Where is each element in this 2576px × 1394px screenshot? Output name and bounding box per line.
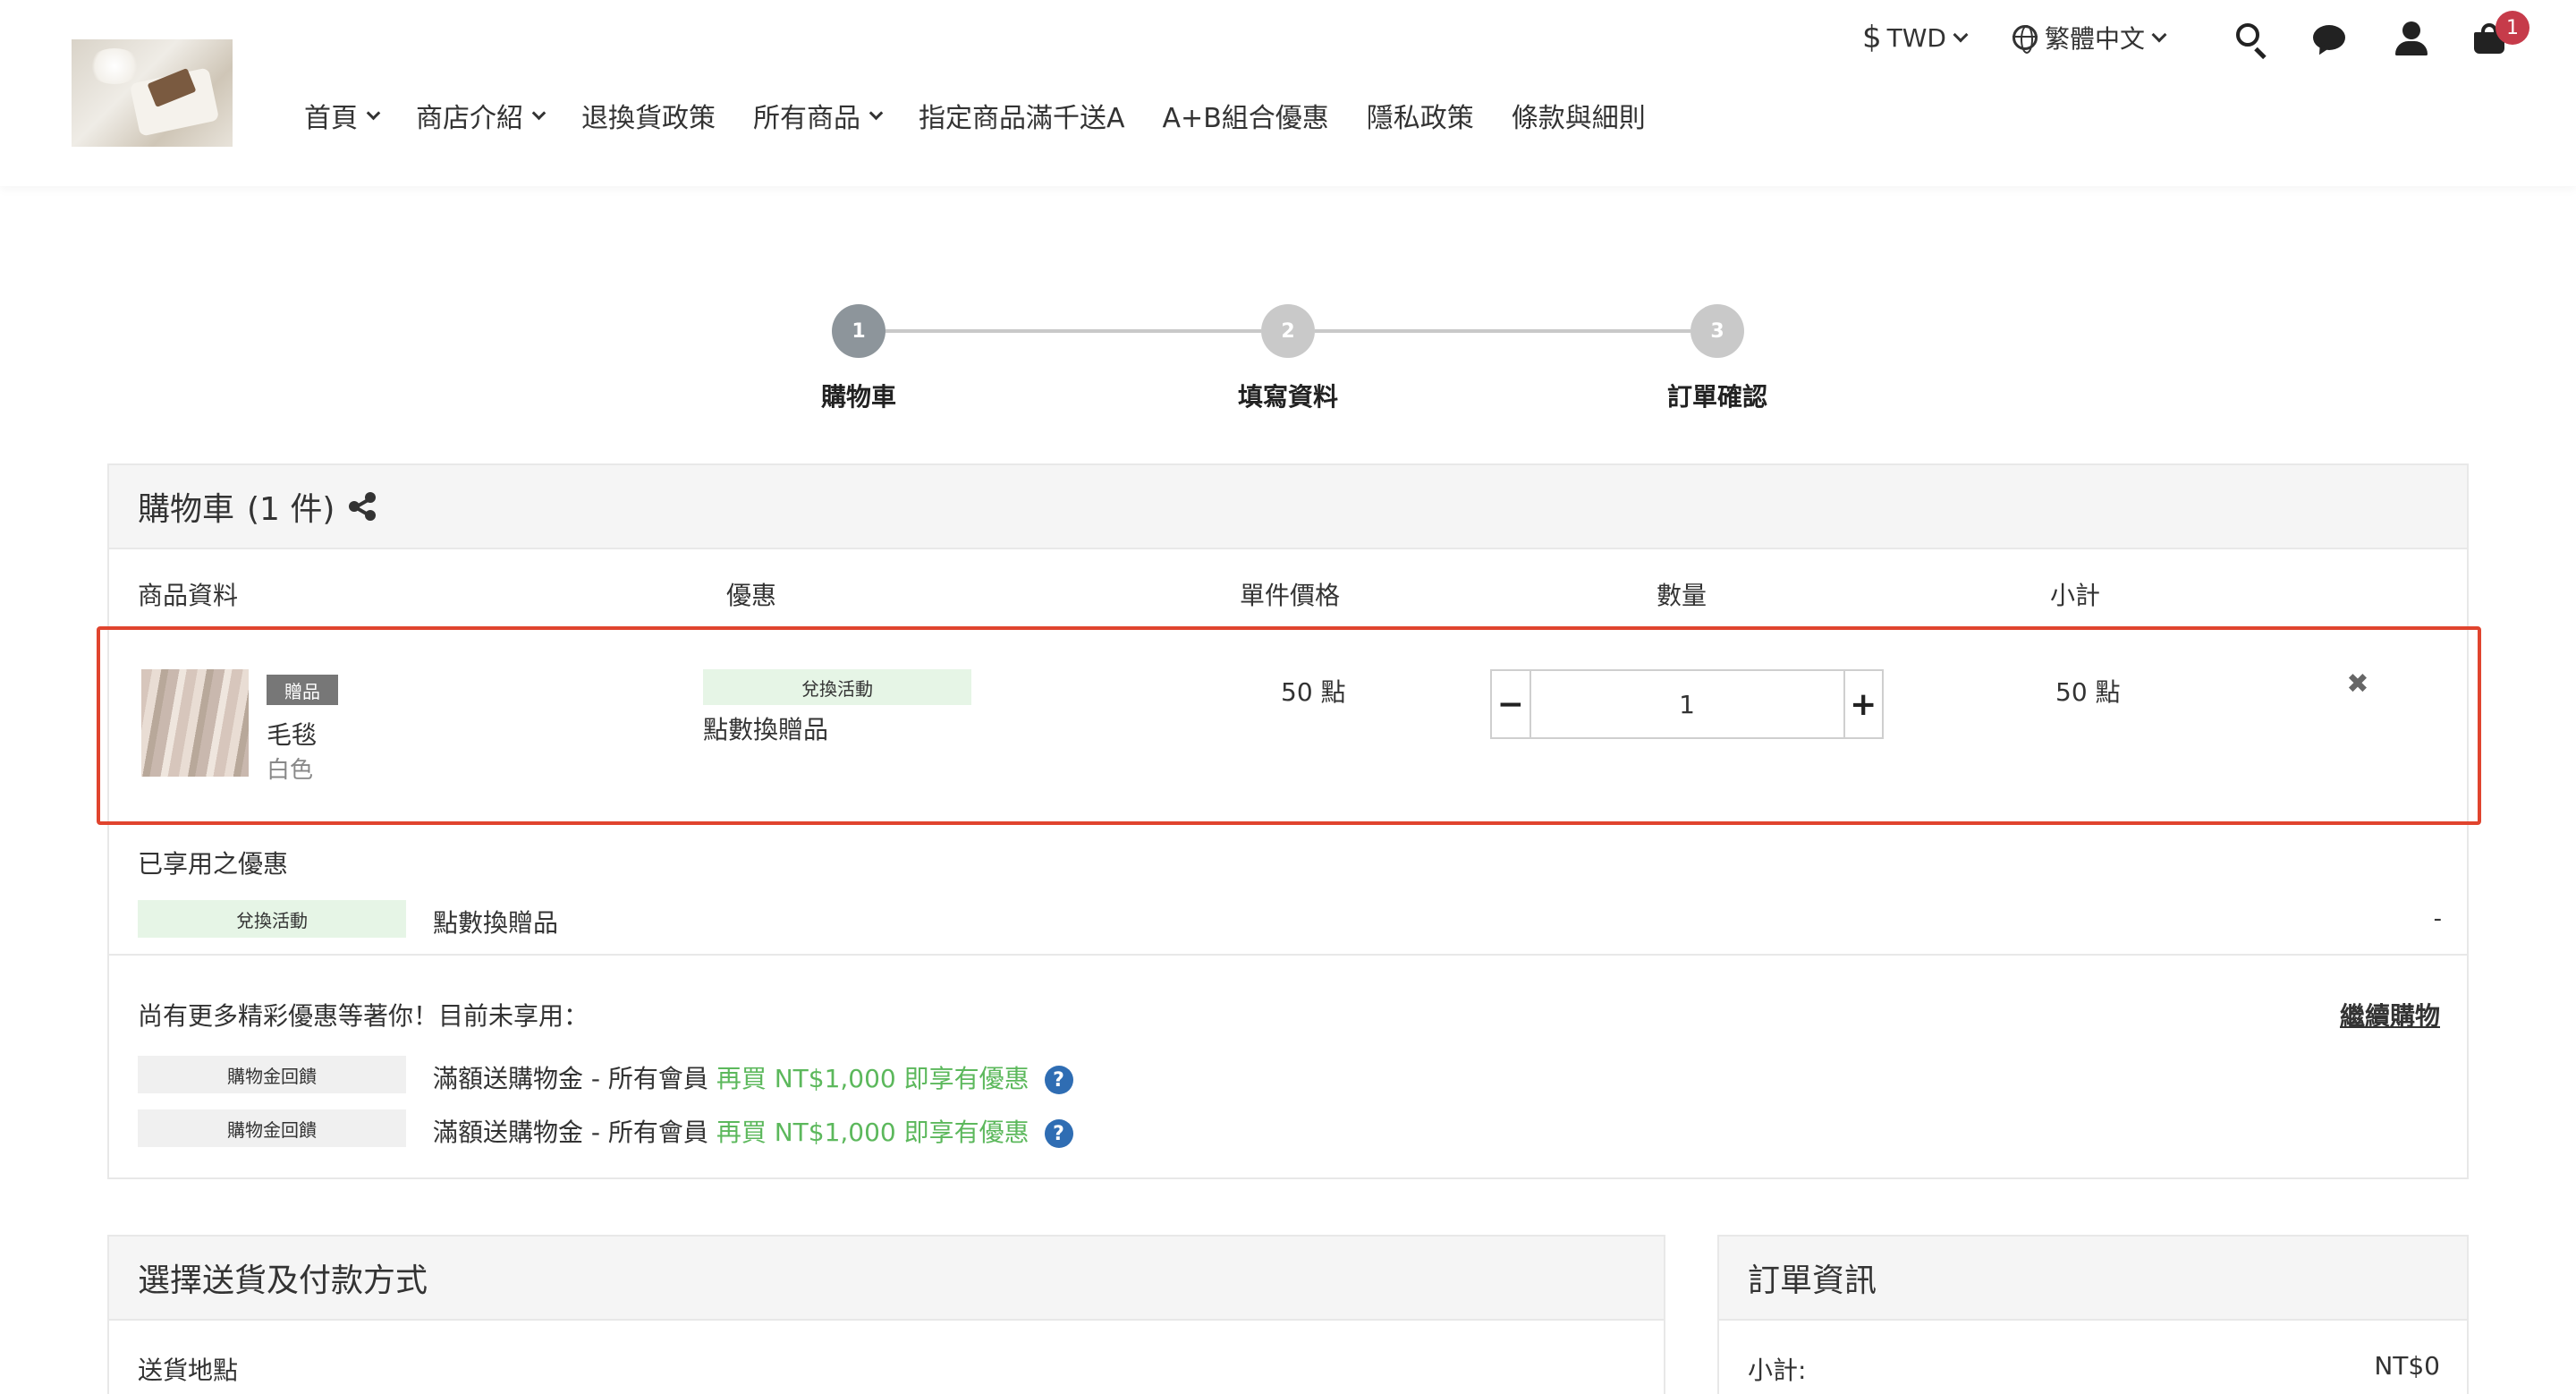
offer-text: 滿額送購物金 - 所有會員 再買 NT$1,000 即享有優惠 ?: [433, 1059, 1073, 1095]
applied-promo-value: -: [2433, 905, 2442, 932]
cart-panel: 購物車 (1 件) 商品資料 優惠 單件價格 數量 小計 贈品 毛毯 白色 兌換…: [97, 463, 2481, 1179]
user-icon[interactable]: [2392, 20, 2431, 59]
step-3-dot: 3: [1690, 304, 1744, 358]
site-header: $ TWD 繁體中文 1 首頁 商店介紹 退換貨政策 所有商品 指定商品滿千送A A+B組…: [0, 0, 2576, 186]
shipping-panel: 選擇送貨及付款方式 送貨地點: [107, 1235, 1665, 1394]
store-logo[interactable]: [72, 39, 233, 147]
order-info-panel: 訂單資訊 小計: NT$0: [1717, 1235, 2469, 1394]
continue-shopping-link[interactable]: 繼續購物: [2340, 997, 2440, 1033]
cart-count-text: (1 件): [247, 491, 335, 528]
nav-item-label: 所有商品: [753, 103, 860, 134]
nav-item-8[interactable]: 條款與細則: [1512, 96, 1646, 135]
nav-item-3[interactable]: 退換貨政策: [581, 96, 716, 135]
main-nav: 首頁 商店介紹 退換貨政策 所有商品 指定商品滿千送A A+B組合優惠 隱私政策 條款與細則: [304, 93, 1683, 138]
offer-row: 購物金回饋 滿額送購物金 - 所有會員 再買 NT$1,000 即享有優惠 ?: [138, 1056, 2442, 1095]
cart-item-row: 贈品 毛毯 白色 兌換活動 點數換贈品 50 點 − + 50 點 ✖: [97, 626, 2481, 825]
dollar-icon: $: [1862, 20, 1882, 55]
nav-item-label: 指定商品滿千送A: [919, 103, 1125, 134]
nav-item-label: 條款與細則: [1511, 103, 1646, 134]
nav-item-6[interactable]: A+B組合優惠: [1163, 96, 1329, 135]
stepper-line: [886, 329, 1261, 333]
help-icon[interactable]: ?: [1044, 1119, 1073, 1148]
chevron-down-icon: [531, 106, 547, 120]
decrease-quantity-button[interactable]: −: [1492, 671, 1531, 737]
offer-text: 滿額送購物金 - 所有會員 再買 NT$1,000 即享有優惠 ?: [433, 1113, 1073, 1149]
cart-header: 購物車 (1 件): [109, 465, 2467, 549]
nav-item-5[interactable]: 指定商品滿千送A: [919, 96, 1125, 135]
globe-icon: [2012, 25, 2038, 54]
share-icon[interactable]: [347, 490, 379, 523]
increase-quantity-button[interactable]: +: [1843, 671, 1883, 737]
applied-promo-name: 點數換贈品: [433, 908, 559, 938]
nav-item-label: 退換貨政策: [581, 103, 716, 134]
chevron-down-icon: [869, 106, 884, 120]
product-variant: 白色: [267, 757, 314, 784]
offer-row: 購物金回饋 滿額送購物金 - 所有會員 再買 NT$1,000 即享有優惠 ?: [138, 1109, 2442, 1149]
chevron-down-icon: [366, 106, 381, 120]
promo-tag: 兌換活動: [703, 669, 971, 705]
nav-item-label: 商店介紹: [416, 103, 523, 134]
cart-count-badge: 1: [2496, 11, 2529, 45]
offer-highlight: 再買 NT$1,000 即享有優惠: [716, 1118, 1030, 1147]
offer-highlight: 再買 NT$1,000 即享有優惠: [716, 1064, 1030, 1093]
order-subtotal-label: 小計:: [1748, 1356, 1807, 1385]
step-2-dot: 2: [1261, 304, 1315, 358]
nav-item-label: A+B組合優惠: [1162, 103, 1329, 134]
nav-item-label: 隱私政策: [1366, 103, 1474, 134]
checkout-stepper: 1 2 3 購物車 填寫資料 訂單確認: [0, 301, 2576, 417]
order-subtotal-value: NT$0: [2374, 1351, 2440, 1381]
nav-item-7[interactable]: 隱私政策: [1367, 96, 1474, 135]
col-promo: 優惠: [726, 581, 777, 610]
shipping-title: 選擇送貨及付款方式: [109, 1237, 1664, 1321]
col-unit-price: 單件價格: [1240, 581, 1341, 610]
currency-selector[interactable]: $ TWD: [1862, 20, 1969, 55]
offer-tag: 購物金回饋: [138, 1056, 406, 1093]
currency-label: TWD: [1886, 22, 1946, 53]
nav-item-1[interactable]: 首頁: [304, 96, 381, 135]
nav-item-label: 首頁: [304, 103, 358, 134]
quantity-stepper: − +: [1490, 669, 1884, 739]
order-info-title: 訂單資訊: [1719, 1237, 2467, 1321]
chevron-down-icon: [2151, 27, 2167, 43]
step-1-dot: 1: [832, 304, 886, 358]
chat-icon[interactable]: [2311, 20, 2351, 59]
col-quantity: 數量: [1657, 581, 1707, 610]
offer-tag: 購物金回饋: [138, 1109, 406, 1147]
language-label: 繁體中文: [2045, 24, 2146, 54]
applied-promo-tag: 兌換活動: [138, 900, 406, 938]
gift-badge: 贈品: [267, 675, 338, 705]
logo-flower: [88, 48, 141, 84]
language-selector[interactable]: 繁體中文: [2012, 20, 2167, 55]
unit-price: 50 點: [1281, 677, 1346, 707]
stepper-line: [1315, 329, 1690, 333]
cart-column-headers: 商品資料 優惠 單件價格 數量 小計: [109, 576, 2467, 612]
nav-item-2[interactable]: 商店介紹: [416, 96, 547, 135]
col-subtotal: 小計: [2050, 581, 2101, 610]
search-icon[interactable]: [2233, 20, 2272, 60]
offer-description: 滿額送購物金 - 所有會員: [433, 1118, 708, 1147]
applied-promo-row: 兌換活動 點數換贈品 -: [138, 900, 2442, 939]
col-product: 商品資料: [138, 581, 239, 610]
step-2-label: 填寫資料: [1237, 382, 1338, 412]
help-icon[interactable]: ?: [1044, 1066, 1073, 1094]
more-offers-title: 尚有更多精彩優惠等著你！目前未享用：: [138, 1001, 589, 1031]
remove-item-icon[interactable]: ✖: [2340, 666, 2376, 701]
chevron-down-icon: [1953, 27, 1969, 43]
quantity-input[interactable]: [1530, 671, 1843, 737]
cart-title: 購物車: [138, 491, 235, 528]
applied-promos-title: 已享用之優惠: [138, 849, 289, 879]
nav-item-4[interactable]: 所有商品: [753, 96, 884, 135]
offer-description: 滿額送購物金 - 所有會員: [433, 1064, 708, 1093]
product-thumbnail[interactable]: [141, 669, 249, 777]
product-name[interactable]: 毛毯: [267, 716, 317, 752]
step-1-label: 購物車: [820, 382, 896, 412]
step-3-label: 訂單確認: [1666, 382, 1767, 412]
divider: [109, 954, 2467, 956]
shipping-location-label: 送貨地點: [138, 1356, 239, 1385]
promo-name: 點數換贈品: [703, 715, 829, 744]
item-subtotal: 50 點: [2055, 677, 2121, 707]
